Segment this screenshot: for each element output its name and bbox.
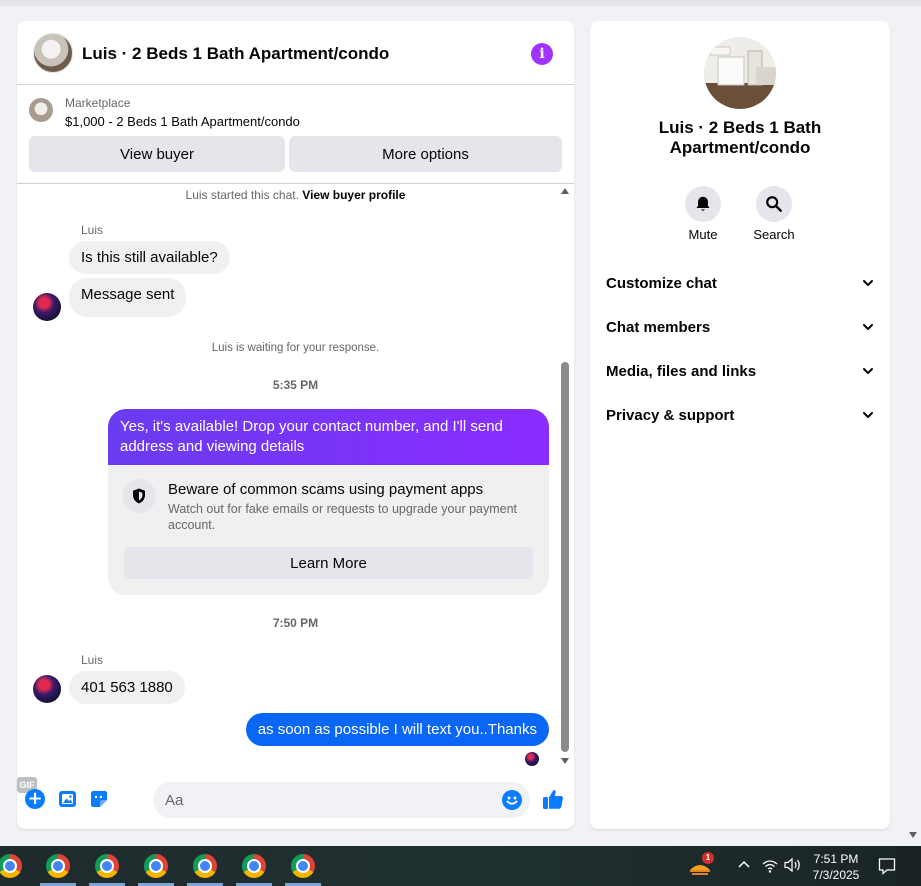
message-list[interactable]: Luis started this chat. View buyer profi… [17, 184, 574, 769]
volume-icon[interactable] [784, 857, 802, 878]
waiting-notice: Luis is waiting for your response. [211, 342, 380, 354]
section-label: Customize chat [606, 274, 717, 292]
chrome-icon [193, 854, 217, 878]
customize-chat-section[interactable]: Customize chat [606, 271, 874, 295]
scam-warning-card: Beware of common scams using payment app… [108, 465, 549, 595]
clock-time: 7:51 PM [813, 852, 859, 866]
chevron-down-icon [863, 324, 873, 330]
marketplace-banner: Marketplace $1,000 - 2 Beds 1 Bath Apart… [17, 86, 574, 184]
chrome-icon [0, 854, 22, 878]
scroll-down-arrow[interactable] [561, 758, 569, 764]
chevron-up-icon[interactable] [737, 858, 751, 872]
more-options-button[interactable]: More options [289, 136, 562, 172]
listing-price-title[interactable]: $1,000 - 2 Beds 1 Bath Apartment/condo [65, 114, 300, 129]
emoji-icon[interactable] [502, 790, 522, 810]
message-scrollbar[interactable] [558, 184, 572, 769]
chevron-down-icon [863, 368, 873, 374]
chrome-taskbar-icon[interactable] [0, 852, 30, 886]
section-label: Privacy & support [606, 406, 735, 424]
notification-icon[interactable] [878, 857, 896, 880]
section-label: Media, files and links [606, 362, 757, 380]
timestamp: 5:35 PM [272, 378, 319, 392]
photo-icon[interactable] [58, 789, 78, 809]
chrome-icon [95, 854, 119, 878]
search-button[interactable]: Search [739, 186, 809, 242]
weather-badge: 1 [702, 852, 714, 864]
top-strip [0, 0, 921, 6]
chat-start-notice: Luis started this chat. View buyer profi… [17, 188, 574, 202]
chrome-taskbar-icon[interactable] [38, 852, 78, 886]
chrome-icon [291, 854, 315, 878]
system-clock[interactable]: 7:51 PM 7/3/2025 [806, 851, 866, 883]
search-label: Search [753, 227, 795, 242]
timestamp: 7:50 PM [272, 616, 319, 630]
view-buyer-profile-link[interactable]: View buyer profile [302, 188, 405, 202]
sender-avatar[interactable] [33, 293, 61, 321]
chat-start-text: Luis started this chat. [185, 188, 299, 202]
marketplace-label: Marketplace [65, 96, 131, 110]
scam-warning-title: Beware of common scams using payment app… [168, 481, 484, 498]
chrome-taskbar-icon[interactable] [136, 852, 176, 886]
chat-header: Luis · 2 Beds 1 Bath Apartment/condo i [17, 21, 574, 85]
scam-warning-text: Watch out for fake emails or requests to… [168, 502, 518, 532]
chrome-icon [242, 854, 266, 878]
incoming-message[interactable]: Is this still available? [69, 241, 230, 274]
view-buyer-button[interactable]: View buyer [29, 136, 285, 172]
chevron-down-icon [863, 412, 873, 418]
chrome-icon [46, 854, 70, 878]
listing-photo[interactable] [704, 37, 776, 109]
chrome-taskbar-icon[interactable] [283, 852, 323, 886]
section-label: Chat members [606, 318, 711, 336]
chrome-taskbar-icon[interactable] [234, 852, 274, 886]
chrome-taskbar-icon[interactable] [87, 852, 127, 886]
shield-icon [122, 479, 156, 513]
chrome-taskbar-icon[interactable] [185, 852, 225, 886]
outgoing-message[interactable]: Yes, it's available! Drop your contact n… [108, 409, 549, 465]
plus-icon[interactable]: + [25, 789, 45, 809]
listing-thumbnail[interactable] [29, 98, 53, 122]
chrome-icon [144, 854, 168, 878]
thumbs-up-icon[interactable] [541, 787, 565, 811]
sender-name: Luis [81, 653, 104, 667]
sender-name: Luis [81, 223, 104, 237]
message-input[interactable] [153, 782, 530, 818]
clock-date: 7/3/2025 [812, 868, 860, 882]
page-scroll-down-arrow[interactable] [909, 832, 917, 838]
privacy-support-section[interactable]: Privacy & support [606, 403, 874, 427]
incoming-message[interactable]: 401 563 1880 [69, 671, 185, 704]
listing-avatar[interactable] [33, 33, 73, 73]
windows-taskbar: 1 7:51 PM 7/3/2025 [0, 846, 921, 886]
message-composer: + GIF [17, 777, 574, 821]
incoming-message[interactable]: Message sent [69, 278, 187, 317]
wifi-icon[interactable] [762, 858, 778, 879]
info-icon[interactable]: i [531, 43, 553, 65]
search-icon [756, 186, 792, 222]
bell-icon [685, 186, 721, 222]
outgoing-message[interactable]: as soon as possible I will text you..Tha… [245, 713, 549, 746]
learn-more-button[interactable]: Learn More [124, 547, 533, 579]
chat-members-section[interactable]: Chat members [606, 315, 874, 339]
conversation-info-panel: Luis · 2 Beds 1 Bath Apartment/condo Mut… [590, 21, 890, 829]
scroll-up-arrow[interactable] [561, 188, 569, 194]
scroll-thumb[interactable] [561, 362, 569, 752]
sender-avatar[interactable] [33, 675, 61, 703]
sticker-icon[interactable] [89, 789, 109, 809]
mute-button[interactable]: Mute [668, 186, 738, 242]
side-panel-title: Luis · 2 Beds 1 Bath Apartment/condo [658, 118, 822, 157]
chevron-down-icon [863, 280, 873, 286]
chat-panel: Luis · 2 Beds 1 Bath Apartment/condo i M… [17, 21, 574, 829]
media-files-links-section[interactable]: Media, files and links [606, 359, 874, 383]
seen-indicator-avatar [525, 752, 539, 766]
mute-label: Mute [688, 227, 718, 242]
weather-icon[interactable]: 1 [688, 852, 714, 876]
chat-title[interactable]: Luis · 2 Beds 1 Bath Apartment/condo [82, 44, 389, 64]
